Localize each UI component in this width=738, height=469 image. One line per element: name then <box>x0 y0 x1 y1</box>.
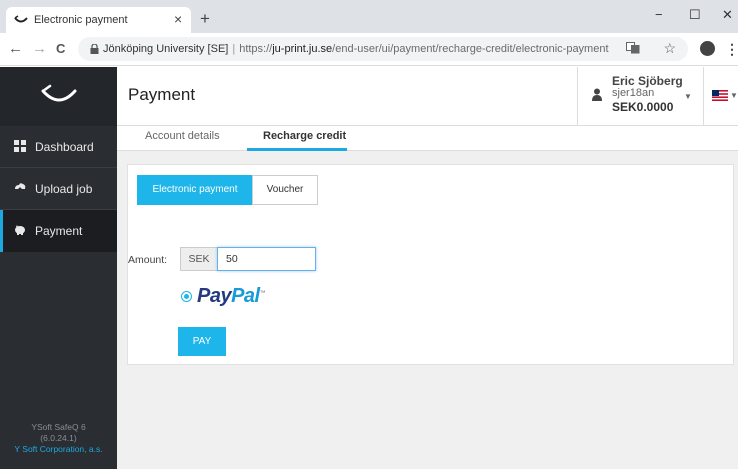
electronic-payment-button[interactable]: Electronic payment <box>137 175 253 205</box>
url-path: /end-user/ui/payment/recharge-credit/ele… <box>332 43 609 55</box>
ysoft-favicon-icon <box>14 15 28 23</box>
ysoft-logo[interactable] <box>0 67 117 126</box>
sidebar-item-label: Dashboard <box>35 140 94 154</box>
site-identity: Jönköping University [SE] <box>103 43 229 55</box>
user-balance: SEK0.0000 <box>612 100 674 114</box>
paypal-logo[interactable]: PayPal™ <box>197 285 266 308</box>
paypal-logo-pal: Pal <box>231 285 260 307</box>
user-name: Eric Sjöberg <box>612 74 683 88</box>
browser-tabbar: Electronic payment × + − ☐ ✕ <box>0 0 738 33</box>
paypal-radio[interactable] <box>181 291 192 302</box>
url-separator: | <box>232 43 236 55</box>
minimize-button[interactable]: − <box>655 7 663 22</box>
vendor-link[interactable]: Y Soft Corporation, a.s. <box>0 444 117 455</box>
sidebar-item-label: Upload job <box>35 182 93 196</box>
tab-close-icon[interactable]: × <box>174 11 182 27</box>
sidebar-item-upload-job[interactable]: Upload job <box>0 168 117 210</box>
sidebar-item-label: Payment <box>35 224 83 238</box>
sidebar-item-payment[interactable]: Payment <box>0 210 117 252</box>
chevron-down-icon: ▼ <box>684 92 692 101</box>
url-host: ju-print.ju.se <box>272 43 333 55</box>
browser-toolbar: ← → C Jönköping University [SE] | https://… <box>0 33 738 66</box>
tab-title: Electronic payment <box>34 14 128 26</box>
user-login: sjer18an <box>612 87 655 99</box>
maximize-button[interactable]: ☐ <box>689 7 701 23</box>
new-tab-button[interactable]: + <box>200 9 210 29</box>
main-content: Electronic payment Voucher Amount: SEK 5… <box>117 151 738 469</box>
piggy-bank-icon <box>15 225 25 235</box>
ysoft-logo-icon <box>41 84 77 102</box>
sidebar-item-dashboard[interactable]: Dashboard <box>0 126 117 168</box>
url-scheme: https:// <box>239 43 273 55</box>
page-tabs: Account details Recharge credit <box>117 126 738 151</box>
browser-tab[interactable]: Electronic payment × <box>6 7 191 33</box>
us-flag-icon[interactable] <box>712 90 728 101</box>
pay-button[interactable]: PAY <box>178 327 226 356</box>
currency-addon: SEK <box>180 247 218 271</box>
tab-recharge-credit[interactable]: Recharge credit <box>263 130 346 142</box>
star-icon[interactable]: ☆ <box>663 40 676 57</box>
upload-icon <box>15 183 26 194</box>
page-header: Payment Eric Sjöberg sjer18an SEK0.0000 … <box>117 67 738 126</box>
user-menu[interactable]: Eric Sjöberg sjer18an SEK0.0000 ▼ <box>577 67 704 126</box>
sidebar: Dashboard Upload job Payment YSoft SafeQ… <box>0 67 117 469</box>
url-text: Jönköping University [SE] | https://ju-pri… <box>103 43 609 55</box>
translate-icon[interactable] <box>626 42 640 54</box>
tab-account-details[interactable]: Account details <box>145 130 220 142</box>
paypal-logo-pay: Pay <box>197 285 232 307</box>
back-button[interactable]: ← <box>8 40 23 57</box>
sidebar-footer: YSoft SafeQ 6 (6.0.24.1) Y Soft Corporat… <box>0 422 117 455</box>
product-name: YSoft SafeQ 6 <box>31 422 86 432</box>
amount-label: Amount: <box>128 254 168 266</box>
recharge-panel: Electronic payment Voucher Amount: SEK 5… <box>127 164 734 365</box>
voucher-button[interactable]: Voucher <box>252 175 318 205</box>
amount-input[interactable]: 50 <box>217 247 316 271</box>
forward-button[interactable]: → <box>32 40 47 57</box>
grid-icon <box>14 140 26 152</box>
page-title: Payment <box>128 85 196 104</box>
address-bar[interactable]: Jönköping University [SE] | https://ju-pri… <box>78 37 688 61</box>
product-version: (6.0.24.1) <box>40 433 77 443</box>
close-window-button[interactable]: ✕ <box>722 7 733 23</box>
browser-menu-icon[interactable]: ⋮ <box>725 41 738 58</box>
reload-button[interactable]: C <box>56 41 65 56</box>
lock-icon <box>90 44 99 54</box>
paypal-trademark: ™ <box>259 290 266 297</box>
account-icon[interactable] <box>700 41 715 56</box>
user-icon <box>592 88 602 101</box>
language-chevron-icon[interactable]: ▼ <box>730 91 738 100</box>
